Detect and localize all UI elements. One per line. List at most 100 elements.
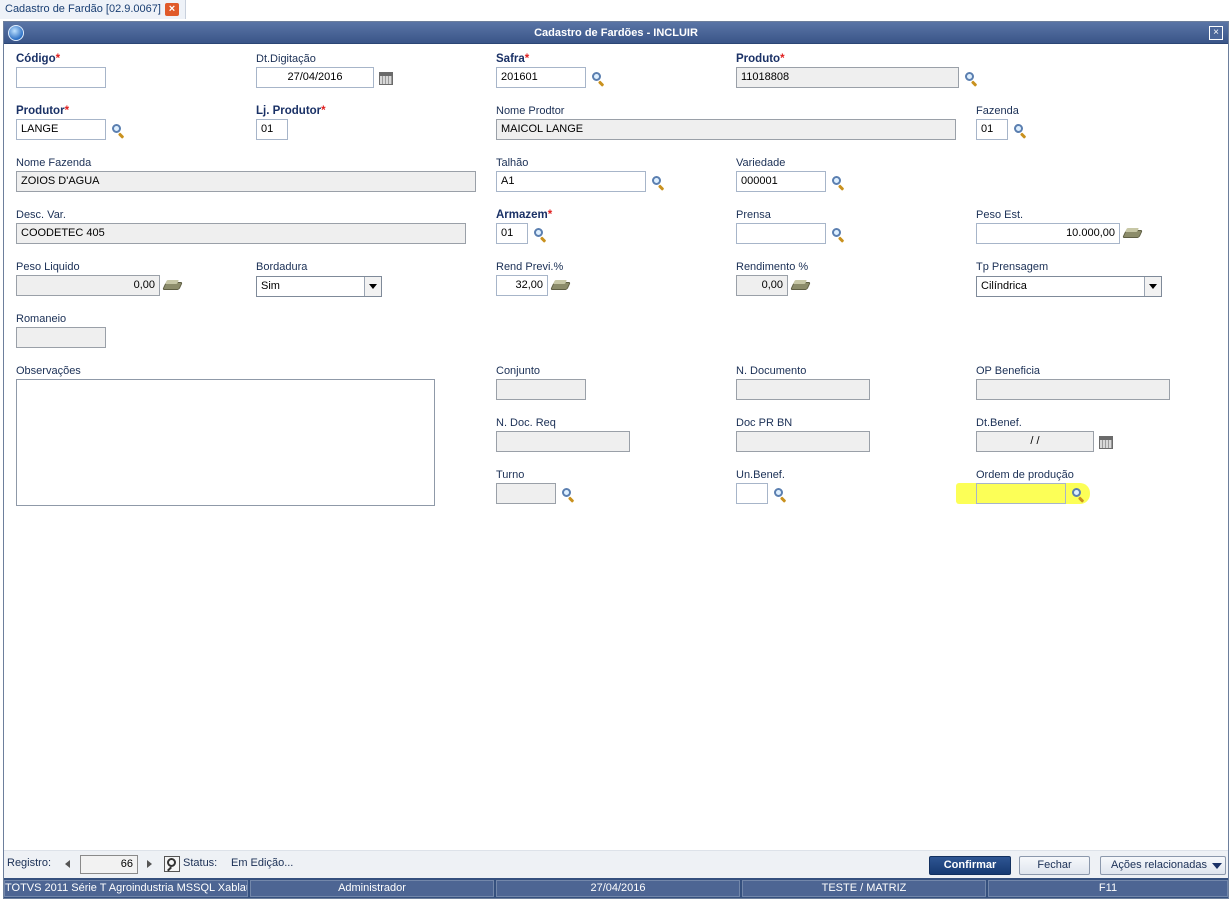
un-benef-input[interactable]	[736, 483, 768, 504]
calendar-icon[interactable]	[1099, 436, 1113, 449]
registro-input[interactable]: 66	[80, 855, 138, 874]
tab-cadastro-fardao[interactable]: Cadastro de Fardão [02.9.0067] ×	[0, 0, 186, 19]
search-icon[interactable]	[111, 123, 125, 139]
observacoes-textarea[interactable]	[16, 379, 435, 506]
statusbar-user: Administrador	[250, 880, 494, 897]
bordadura-label: Bordadura	[256, 261, 308, 273]
search-icon[interactable]	[1071, 487, 1085, 503]
produtor-input[interactable]: LANGE	[16, 119, 106, 140]
window-close-icon[interactable]: ×	[1209, 26, 1223, 40]
related-actions-button[interactable]: Ações relacionadas	[1100, 856, 1226, 875]
safra-label: Safra*	[496, 53, 530, 65]
bordadura-select[interactable]: Sim	[256, 276, 382, 297]
form-content: Código* Dt.Digitação 27/04/2016 Safra* 2…	[4, 44, 1228, 850]
talhao-input[interactable]: A1	[496, 171, 646, 192]
n-documento-label: N. Documento	[736, 365, 807, 377]
statusbar-date: 27/04/2016	[496, 880, 740, 897]
op-beneficia-input[interactable]	[976, 379, 1170, 400]
tab-close-icon[interactable]: ×	[165, 3, 179, 16]
safra-input[interactable]: 201601	[496, 67, 586, 88]
prensa-label: Prensa	[736, 209, 771, 221]
dt-benef-input[interactable]: / /	[976, 431, 1094, 452]
ordem-producao-label: Ordem de produção	[976, 469, 1074, 481]
peso-est-label: Peso Est.	[976, 209, 1024, 221]
dt-benef-label: Dt.Benef.	[976, 417, 1022, 429]
chevron-down-icon[interactable]	[1144, 277, 1161, 296]
rendimento-input[interactable]: 0,00	[736, 275, 788, 296]
nome-produtor-input[interactable]: MAICOL LANGE	[496, 119, 956, 140]
statusbar-system: TOTVS 2011 Série T Agroindustria MSSQL X…	[4, 880, 248, 897]
desc-var-input[interactable]: COODETEC 405	[16, 223, 466, 244]
n-doc-req-input[interactable]	[496, 431, 630, 452]
registro-label: Registro:	[7, 857, 52, 869]
calendar-icon[interactable]	[379, 72, 393, 85]
dialog-window: Cadastro de Fardões - INCLUIR × Código* …	[3, 21, 1229, 899]
search-icon[interactable]	[533, 227, 547, 243]
tab-bar: Cadastro de Fardão [02.9.0067] ×	[0, 0, 1232, 19]
doc-pr-bn-label: Doc PR BN	[736, 417, 793, 429]
calculator-icon[interactable]	[162, 279, 183, 291]
produto-label: Produto*	[736, 53, 785, 65]
n-doc-req-label: N. Doc. Req	[496, 417, 556, 429]
chevron-down-icon	[1212, 863, 1222, 869]
conjunto-input[interactable]	[496, 379, 586, 400]
romaneio-input[interactable]	[16, 327, 106, 348]
lj-produtor-input[interactable]: 01	[256, 119, 288, 140]
statusbar-key: F11	[988, 880, 1228, 897]
record-search-icon[interactable]	[164, 856, 180, 872]
calculator-icon[interactable]	[1122, 227, 1143, 239]
rend-previ-input[interactable]: 32,00	[496, 275, 548, 296]
search-icon[interactable]	[964, 71, 978, 87]
calculator-icon[interactable]	[790, 279, 811, 291]
search-icon[interactable]	[561, 487, 575, 503]
tp-prensagem-label: Tp Prensagem	[976, 261, 1049, 273]
peso-liquido-input[interactable]: 0,00	[16, 275, 160, 296]
chevron-down-icon[interactable]	[364, 277, 381, 296]
codigo-label: Código*	[16, 53, 61, 65]
rend-previ-label: Rend Previ.%	[496, 261, 564, 273]
prensa-input[interactable]	[736, 223, 826, 244]
search-icon[interactable]	[591, 71, 605, 87]
prev-record-icon[interactable]	[65, 860, 70, 868]
peso-liquido-label: Peso Liquido	[16, 261, 80, 273]
window-title: Cadastro de Fardões - INCLUIR	[534, 27, 698, 39]
ordem-producao-input[interactable]	[976, 483, 1066, 504]
statusbar-company: TESTE / MATRIZ	[742, 880, 986, 897]
nome-fazenda-input[interactable]: ZOIOS D'AGUA	[16, 171, 476, 192]
armazem-input[interactable]: 01	[496, 223, 528, 244]
n-documento-input[interactable]	[736, 379, 870, 400]
status-value: Em Edição...	[231, 857, 294, 869]
search-icon[interactable]	[831, 227, 845, 243]
search-icon[interactable]	[651, 175, 665, 191]
search-icon[interactable]	[1013, 123, 1027, 139]
lj-produtor-label: Lj. Produtor*	[256, 105, 326, 117]
window-titlebar: Cadastro de Fardões - INCLUIR ×	[4, 22, 1228, 44]
dt-digitacao-label: Dt.Digitação	[256, 53, 316, 65]
turno-input[interactable]	[496, 483, 556, 504]
next-record-icon[interactable]	[147, 860, 152, 868]
armazem-label: Armazem*	[496, 209, 553, 221]
conjunto-label: Conjunto	[496, 365, 541, 377]
doc-pr-bn-input[interactable]	[736, 431, 870, 452]
fazenda-label: Fazenda	[976, 105, 1019, 117]
close-button[interactable]: Fechar	[1019, 856, 1090, 875]
observacoes-label: Observações	[16, 365, 81, 377]
tp-prensagem-select[interactable]: Cilíndrica	[976, 276, 1162, 297]
produto-input[interactable]: 11018808	[736, 67, 959, 88]
produtor-label: Produtor*	[16, 105, 70, 117]
un-benef-label: Un.Benef.	[736, 469, 785, 481]
fazenda-input[interactable]: 01	[976, 119, 1008, 140]
status-bar: TOTVS 2011 Série T Agroindustria MSSQL X…	[4, 878, 1228, 898]
calculator-icon[interactable]	[550, 279, 571, 291]
turno-label: Turno	[496, 469, 525, 481]
confirm-button[interactable]: Confirmar	[929, 856, 1011, 875]
dt-digitacao-input[interactable]: 27/04/2016	[256, 67, 374, 88]
codigo-input[interactable]	[16, 67, 106, 88]
variedade-input[interactable]: 000001	[736, 171, 826, 192]
search-icon[interactable]	[831, 175, 845, 191]
nome-produtor-label: Nome Prodtor	[496, 105, 565, 117]
tab-label: Cadastro de Fardão [02.9.0067]	[5, 3, 161, 15]
search-icon[interactable]	[773, 487, 787, 503]
rendimento-label: Rendimento %	[736, 261, 809, 273]
peso-est-input[interactable]: 10.000,00	[976, 223, 1120, 244]
